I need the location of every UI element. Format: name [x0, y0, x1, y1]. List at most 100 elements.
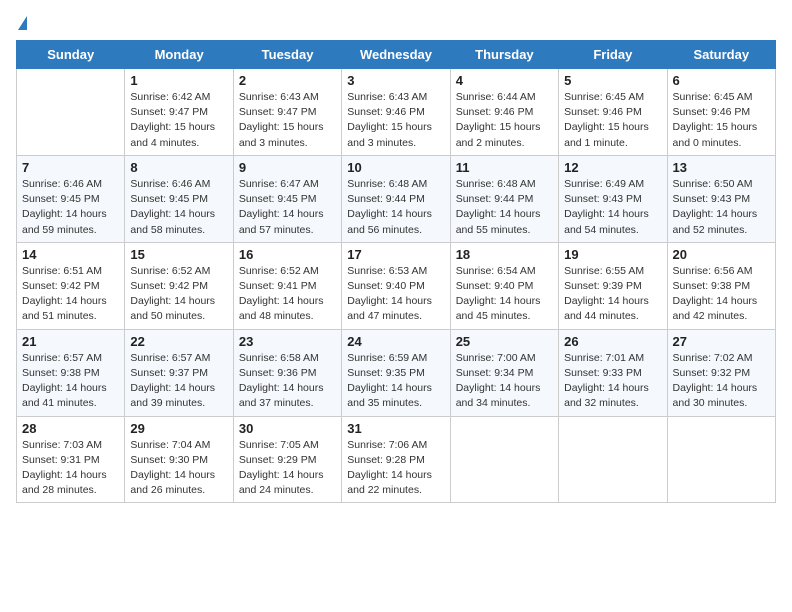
cell-info: Sunrise: 6:43 AMSunset: 9:47 PMDaylight:…: [239, 90, 336, 151]
calendar-cell: [667, 416, 775, 503]
calendar-cell: 6 Sunrise: 6:45 AMSunset: 9:46 PMDaylight…: [667, 69, 775, 156]
cell-info: Sunrise: 6:51 AMSunset: 9:42 PMDaylight:…: [22, 264, 119, 325]
cell-info: Sunrise: 6:47 AMSunset: 9:45 PMDaylight:…: [239, 177, 336, 238]
calendar-cell: 16 Sunrise: 6:52 AMSunset: 9:41 PMDayligh…: [233, 242, 341, 329]
days-of-week-row: SundayMondayTuesdayWednesdayThursdayFrid…: [17, 41, 776, 69]
day-number: 31: [347, 421, 444, 436]
day-number: 16: [239, 247, 336, 262]
day-number: 11: [456, 160, 553, 175]
day-number: 15: [130, 247, 227, 262]
calendar-cell: 27 Sunrise: 7:02 AMSunset: 9:32 PMDayligh…: [667, 329, 775, 416]
cell-info: Sunrise: 7:00 AMSunset: 9:34 PMDaylight:…: [456, 351, 553, 412]
calendar-cell: 26 Sunrise: 7:01 AMSunset: 9:33 PMDayligh…: [559, 329, 667, 416]
cell-info: Sunrise: 6:52 AMSunset: 9:41 PMDaylight:…: [239, 264, 336, 325]
calendar-cell: 1 Sunrise: 6:42 AMSunset: 9:47 PMDaylight…: [125, 69, 233, 156]
day-number: 20: [673, 247, 770, 262]
day-of-week-sunday: Sunday: [17, 41, 125, 69]
cell-info: Sunrise: 7:05 AMSunset: 9:29 PMDaylight:…: [239, 438, 336, 499]
day-number: 30: [239, 421, 336, 436]
day-number: 23: [239, 334, 336, 349]
day-number: 28: [22, 421, 119, 436]
calendar-cell: 18 Sunrise: 6:54 AMSunset: 9:40 PMDayligh…: [450, 242, 558, 329]
day-number: 29: [130, 421, 227, 436]
day-number: 25: [456, 334, 553, 349]
calendar-table: SundayMondayTuesdayWednesdayThursdayFrid…: [16, 40, 776, 503]
day-number: 22: [130, 334, 227, 349]
calendar-cell: 30 Sunrise: 7:05 AMSunset: 9:29 PMDayligh…: [233, 416, 341, 503]
page-header: [16, 16, 776, 30]
cell-info: Sunrise: 6:52 AMSunset: 9:42 PMDaylight:…: [130, 264, 227, 325]
cell-info: Sunrise: 6:46 AMSunset: 9:45 PMDaylight:…: [22, 177, 119, 238]
calendar-week-2: 7 Sunrise: 6:46 AMSunset: 9:45 PMDaylight…: [17, 155, 776, 242]
calendar-cell: 11 Sunrise: 6:48 AMSunset: 9:44 PMDayligh…: [450, 155, 558, 242]
day-number: 14: [22, 247, 119, 262]
day-number: 3: [347, 73, 444, 88]
calendar-cell: 10Sunrise: 6:48 AMSunset: 9:44 PMDayligh…: [342, 155, 450, 242]
calendar-week-5: 28 Sunrise: 7:03 AMSunset: 9:31 PMDayligh…: [17, 416, 776, 503]
day-number: 18: [456, 247, 553, 262]
calendar-cell: 15 Sunrise: 6:52 AMSunset: 9:42 PMDayligh…: [125, 242, 233, 329]
calendar-cell: 22 Sunrise: 6:57 AMSunset: 9:37 PMDayligh…: [125, 329, 233, 416]
cell-info: Sunrise: 6:54 AMSunset: 9:40 PMDaylight:…: [456, 264, 553, 325]
calendar-cell: 8 Sunrise: 6:46 AMSunset: 9:45 PMDaylight…: [125, 155, 233, 242]
logo: [16, 16, 27, 30]
cell-info: Sunrise: 6:48 AMSunset: 9:44 PMDaylight:…: [456, 177, 553, 238]
cell-info: Sunrise: 6:42 AMSunset: 9:47 PMDaylight:…: [130, 90, 227, 151]
calendar-cell: 17 Sunrise: 6:53 AMSunset: 9:40 PMDayligh…: [342, 242, 450, 329]
cell-info: Sunrise: 6:48 AMSunset: 9:44 PMDaylight:…: [347, 177, 444, 238]
day-number: 6: [673, 73, 770, 88]
calendar-cell: 13Sunrise: 6:50 AMSunset: 9:43 PMDayligh…: [667, 155, 775, 242]
day-number: 13: [673, 160, 770, 175]
logo-triangle-icon: [18, 16, 27, 30]
calendar-cell: 19Sunrise: 6:55 AMSunset: 9:39 PMDayligh…: [559, 242, 667, 329]
cell-info: Sunrise: 6:53 AMSunset: 9:40 PMDaylight:…: [347, 264, 444, 325]
day-number: 8: [130, 160, 227, 175]
calendar-cell: 2 Sunrise: 6:43 AMSunset: 9:47 PMDaylight…: [233, 69, 341, 156]
calendar-header: SundayMondayTuesdayWednesdayThursdayFrid…: [17, 41, 776, 69]
cell-info: Sunrise: 6:46 AMSunset: 9:45 PMDaylight:…: [130, 177, 227, 238]
day-number: 17: [347, 247, 444, 262]
calendar-cell: 12 Sunrise: 6:49 AMSunset: 9:43 PMDayligh…: [559, 155, 667, 242]
cell-info: Sunrise: 6:44 AMSunset: 9:46 PMDaylight:…: [456, 90, 553, 151]
calendar-cell: 21Sunrise: 6:57 AMSunset: 9:38 PMDayligh…: [17, 329, 125, 416]
cell-info: Sunrise: 6:45 AMSunset: 9:46 PMDaylight:…: [673, 90, 770, 151]
cell-info: Sunrise: 7:01 AMSunset: 9:33 PMDaylight:…: [564, 351, 661, 412]
cell-info: Sunrise: 6:56 AMSunset: 9:38 PMDaylight:…: [673, 264, 770, 325]
calendar-cell: [559, 416, 667, 503]
day-of-week-saturday: Saturday: [667, 41, 775, 69]
calendar-cell: 28 Sunrise: 7:03 AMSunset: 9:31 PMDayligh…: [17, 416, 125, 503]
calendar-cell: 4 Sunrise: 6:44 AMSunset: 9:46 PMDaylight…: [450, 69, 558, 156]
calendar-cell: [450, 416, 558, 503]
calendar-cell: 7 Sunrise: 6:46 AMSunset: 9:45 PMDaylight…: [17, 155, 125, 242]
day-of-week-friday: Friday: [559, 41, 667, 69]
day-number: 7: [22, 160, 119, 175]
calendar-week-1: 1 Sunrise: 6:42 AMSunset: 9:47 PMDaylight…: [17, 69, 776, 156]
day-number: 24: [347, 334, 444, 349]
cell-info: Sunrise: 6:43 AMSunset: 9:46 PMDaylight:…: [347, 90, 444, 151]
calendar-cell: 25 Sunrise: 7:00 AMSunset: 9:34 PMDayligh…: [450, 329, 558, 416]
cell-info: Sunrise: 6:59 AMSunset: 9:35 PMDaylight:…: [347, 351, 444, 412]
day-number: 9: [239, 160, 336, 175]
cell-info: Sunrise: 6:57 AMSunset: 9:38 PMDaylight:…: [22, 351, 119, 412]
cell-info: Sunrise: 7:02 AMSunset: 9:32 PMDaylight:…: [673, 351, 770, 412]
calendar-body: 1 Sunrise: 6:42 AMSunset: 9:47 PMDaylight…: [17, 69, 776, 503]
calendar-cell: 3 Sunrise: 6:43 AMSunset: 9:46 PMDaylight…: [342, 69, 450, 156]
calendar-cell: 20 Sunrise: 6:56 AMSunset: 9:38 PMDayligh…: [667, 242, 775, 329]
day-number: 4: [456, 73, 553, 88]
calendar-cell: 23 Sunrise: 6:58 AMSunset: 9:36 PMDayligh…: [233, 329, 341, 416]
cell-info: Sunrise: 7:03 AMSunset: 9:31 PMDaylight:…: [22, 438, 119, 499]
day-number: 1: [130, 73, 227, 88]
day-number: 26: [564, 334, 661, 349]
day-number: 27: [673, 334, 770, 349]
calendar-cell: 29Sunrise: 7:04 AMSunset: 9:30 PMDayligh…: [125, 416, 233, 503]
day-number: 12: [564, 160, 661, 175]
day-number: 2: [239, 73, 336, 88]
calendar-cell: 9 Sunrise: 6:47 AMSunset: 9:45 PMDaylight…: [233, 155, 341, 242]
calendar-cell: 5Sunrise: 6:45 AMSunset: 9:46 PMDaylight…: [559, 69, 667, 156]
cell-info: Sunrise: 6:58 AMSunset: 9:36 PMDaylight:…: [239, 351, 336, 412]
cell-info: Sunrise: 6:49 AMSunset: 9:43 PMDaylight:…: [564, 177, 661, 238]
day-of-week-tuesday: Tuesday: [233, 41, 341, 69]
calendar-cell: 14 Sunrise: 6:51 AMSunset: 9:42 PMDayligh…: [17, 242, 125, 329]
cell-info: Sunrise: 6:57 AMSunset: 9:37 PMDaylight:…: [130, 351, 227, 412]
calendar-cell: 24 Sunrise: 6:59 AMSunset: 9:35 PMDayligh…: [342, 329, 450, 416]
